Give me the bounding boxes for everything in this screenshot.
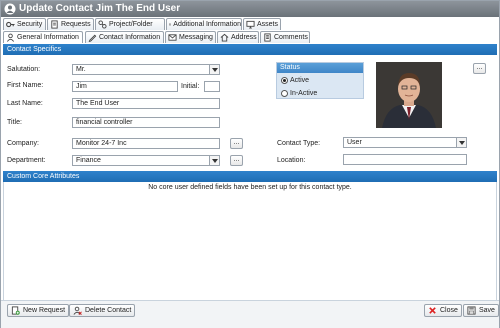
tab-contact-information[interactable]: Contact Information [85,31,164,43]
status-inactive-radio[interactable] [281,90,288,97]
tab-general-information-label: General Information [17,34,79,41]
envelope-icon [168,34,177,41]
last-name-input[interactable]: The End User [72,98,220,109]
custom-attributes-note: No core user defined fields have been se… [148,184,352,191]
new-request-icon [11,306,20,315]
company-lookup-button[interactable]: ... [230,138,243,149]
contact-photo [376,62,442,128]
close-button[interactable]: Close [424,304,462,317]
custom-attributes-panel [3,182,497,300]
tab-security[interactable]: Security [3,18,46,30]
tab-messaging-label: Messaging [179,34,213,41]
salutation-label: Salutation: [7,66,41,73]
tab-general-information[interactable]: General Information [3,31,83,43]
delete-contact-label: Delete Contact [85,307,132,314]
photo-browse-button[interactable]: ... [473,63,486,74]
company-input[interactable]: Monitor 24-7 Inc [72,138,220,149]
status-inactive-label: In-Active [290,90,318,97]
key-icon [6,21,15,28]
status-active-label: Active [290,77,310,84]
update-contact-window: Update Contact Jim The End User Security… [0,0,500,328]
chevron-down-icon [209,65,219,74]
initial-input[interactable] [204,81,220,92]
close-icon [429,307,436,314]
new-request-button[interactable]: New Request [7,304,70,317]
title-label: Title: [7,119,22,126]
initial-label: Initial: [181,83,200,90]
tab-assets[interactable]: Assets [243,18,281,30]
title-input[interactable]: financial controller [72,117,220,128]
tab-project-folder[interactable]: Project/Folder [95,18,165,30]
tab-row-bottom: General Information Contact Information … [1,31,499,43]
tab-security-label: Security [17,21,43,28]
tab-messaging[interactable]: Messaging [165,31,216,43]
contact-type-select[interactable]: User [343,137,467,148]
notepad-icon [264,33,271,42]
home-icon [220,33,229,42]
last-name-label: Last Name: [7,100,43,107]
custom-core-attributes-header: Custom Core Attributes [3,171,497,182]
tab-additional-information-label: Additional Information [173,21,241,28]
contact-specifics-header: Contact Specifics [3,44,497,55]
status-header: Status [277,63,363,73]
save-label: Save [479,307,495,314]
document-icon [51,20,58,29]
location-input[interactable] [343,154,467,165]
company-label: Company: [7,140,39,147]
department-lookup-button[interactable]: ... [230,155,243,166]
department-select[interactable]: Finance [72,155,220,166]
portrait-image [376,62,442,128]
pencil-icon [88,34,97,42]
tab-address[interactable]: Address [217,31,259,43]
first-name-label: First Name: [7,82,44,89]
project-icon [98,20,107,29]
salutation-value: Mr. [76,66,86,73]
tab-address-label: Address [231,34,257,41]
save-icon [467,306,476,315]
salutation-select[interactable]: Mr. [72,64,220,75]
tab-requests-label: Requests [61,21,91,28]
tab-comments[interactable]: Comments [260,31,310,43]
contact-type-value: User [347,139,362,146]
first-name-input[interactable]: Jim [72,81,178,92]
chevron-down-icon [456,138,466,147]
chevron-down-icon [209,156,219,165]
contact-type-label: Contact Type: [277,140,321,147]
tab-project-folder-label: Project/Folder [109,21,153,28]
close-label: Close [440,307,458,314]
title-bar: Update Contact Jim The End User [1,1,499,17]
window-title: Update Contact Jim The End User [19,3,181,14]
delete-contact-button[interactable]: Delete Contact [69,304,136,317]
new-request-label: New Request [23,307,66,314]
tab-row-top: Security Requests Project/Folder Additio… [1,18,499,30]
delete-contact-icon [73,306,82,315]
department-value: Finance [76,157,101,164]
tab-assets-label: Assets [257,21,279,28]
department-label: Department: [7,157,46,164]
tab-comments-label: Comments [274,34,308,41]
tab-contact-information-label: Contact Information [99,34,161,41]
tab-requests[interactable]: Requests [47,18,94,30]
person-icon [6,33,15,42]
list-icon [169,23,172,26]
tab-additional-information[interactable]: Additional Information [166,18,242,30]
save-button[interactable]: Save [463,304,499,317]
location-label: Location: [277,157,306,164]
contact-icon [4,3,16,15]
status-active-radio[interactable] [281,77,288,84]
monitor-icon [246,20,255,29]
